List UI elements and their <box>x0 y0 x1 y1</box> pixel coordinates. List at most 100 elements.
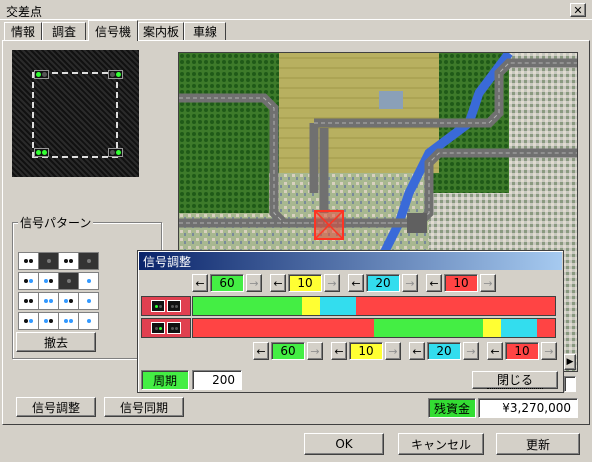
timeline-row-2[interactable] <box>192 318 556 338</box>
decrease-button[interactable]: ← <box>331 342 347 360</box>
decrease-button[interactable]: ← <box>253 342 269 360</box>
signal-se-icon <box>108 148 123 157</box>
phase-value-cyan[interactable]: 20 <box>366 274 400 292</box>
arrow-left-icon: ← <box>490 344 500 358</box>
pattern-cell[interactable] <box>58 272 79 290</box>
pattern-cell[interactable] <box>38 252 59 270</box>
top-phase-controls: ← 60 → ← 10 → ← 20 → ← 10 → <box>192 274 562 294</box>
phase-value-cyan[interactable]: 20 <box>427 342 461 360</box>
increase-button[interactable]: → <box>541 342 557 360</box>
phase-value-red[interactable]: 10 <box>505 342 539 360</box>
signal-adjust-label: 信号調整 <box>31 400 80 415</box>
tab-label: 案内板 <box>142 25 179 39</box>
decrease-button[interactable]: ← <box>409 342 425 360</box>
ok-button[interactable]: OK <box>304 433 384 455</box>
timeline-segment-yellow <box>301 297 320 315</box>
pattern-cell[interactable] <box>18 252 39 270</box>
signal-sync-label: 信号同期 <box>119 400 168 415</box>
phase-value-red[interactable]: 10 <box>444 274 478 292</box>
signal-adjust-button[interactable]: 信号調整 <box>16 397 96 417</box>
remove-label: 撤去 <box>43 335 68 350</box>
signal-lamp-icon <box>167 300 181 312</box>
tab-signboard[interactable]: 案内板 <box>138 22 184 40</box>
cancel-label: キャンセル <box>410 437 471 452</box>
arrow-left-icon: ← <box>351 276 361 290</box>
phase-value-yellow[interactable]: 10 <box>288 274 322 292</box>
phase-value-green[interactable]: 60 <box>271 342 305 360</box>
pattern-cell[interactable] <box>58 292 79 310</box>
arrow-right-icon: → <box>483 276 493 290</box>
dialog-title-bar: 信号調整 <box>139 252 562 270</box>
decrease-button[interactable]: ← <box>270 274 286 292</box>
pattern-cell[interactable] <box>78 292 99 310</box>
tab-survey[interactable]: 調査 <box>42 22 86 40</box>
decrease-button[interactable]: ← <box>487 342 503 360</box>
pattern-cell[interactable] <box>58 252 79 270</box>
cycle-value[interactable]: 200 <box>192 370 242 390</box>
pattern-cell[interactable] <box>78 272 99 290</box>
cancel-button[interactable]: キャンセル <box>398 433 484 455</box>
arrow-right-icon: → <box>388 344 398 358</box>
increase-button[interactable]: → <box>385 342 401 360</box>
pattern-cell[interactable] <box>18 292 39 310</box>
window-title: 交差点 <box>6 5 43 19</box>
pattern-cell[interactable] <box>38 312 59 330</box>
increase-button[interactable]: → <box>246 274 262 292</box>
bottom-phase-controls: ← 60 → ← 10 → ← 20 → ← 10 → <box>253 342 565 362</box>
tab-info[interactable]: 情報 <box>4 22 42 40</box>
signal-lamp-icon <box>151 322 165 334</box>
tab-signal[interactable]: 信号機 <box>88 20 138 41</box>
increase-button[interactable]: → <box>307 342 323 360</box>
balance-label: 残資金 <box>428 398 476 418</box>
signal-sync-button[interactable]: 信号同期 <box>104 397 184 417</box>
decrease-button[interactable]: ← <box>348 274 364 292</box>
pattern-cell[interactable] <box>78 252 99 270</box>
timeline-row-1[interactable] <box>192 296 556 316</box>
tab-lanes[interactable]: 車線 <box>184 22 226 40</box>
signal-group-1-icon <box>141 296 191 316</box>
increase-button[interactable]: → <box>402 274 418 292</box>
signal-adjust-dialog: 信号調整 ← 60 → ← 10 → ← 20 → ← 10 → ← 60 → … <box>137 250 564 393</box>
arrow-right-icon: → <box>466 344 476 358</box>
triangle-right-icon: ▶ <box>566 357 574 367</box>
arrow-right-icon: → <box>249 276 259 290</box>
phase-value-green[interactable]: 60 <box>210 274 244 292</box>
signal-group-2-icon <box>141 318 191 338</box>
title-bar: 交差点 ✕ <box>0 0 592 20</box>
tab-label: 調査 <box>51 25 76 39</box>
tab-label: 信号機 <box>94 24 131 39</box>
close-icon: ✕ <box>573 3 583 17</box>
pattern-cell[interactable] <box>58 312 79 330</box>
timeline-segment-cyan <box>319 297 356 315</box>
increase-button[interactable]: → <box>463 342 479 360</box>
timeline-segment-green <box>193 297 302 315</box>
decrease-button[interactable]: ← <box>426 274 442 292</box>
ok-label: OK <box>335 437 353 451</box>
pattern-cell[interactable] <box>38 292 59 310</box>
pattern-cell[interactable] <box>18 272 39 290</box>
close-button[interactable]: ✕ <box>570 3 586 17</box>
timeline-segment-red <box>536 319 555 337</box>
balance-value: ¥3,270,000 <box>478 398 578 418</box>
decrease-button[interactable]: ← <box>192 274 208 292</box>
map-scroll-right[interactable]: ▶ <box>564 354 576 370</box>
signal-pattern-grid[interactable] <box>18 252 99 332</box>
tab-label: 情報 <box>10 25 35 39</box>
intersection-outline <box>32 72 118 158</box>
remove-button[interactable]: 撤去 <box>16 332 96 352</box>
arrow-left-icon: ← <box>195 276 205 290</box>
phase-value-yellow[interactable]: 10 <box>349 342 383 360</box>
signal-sw-icon <box>34 148 49 157</box>
pattern-cell[interactable] <box>78 312 99 330</box>
close-dialog-button[interactable]: 閉じる <box>472 371 558 389</box>
pattern-cell[interactable] <box>38 272 59 290</box>
signal-nw-icon <box>34 70 49 79</box>
increase-button[interactable]: → <box>480 274 496 292</box>
increase-button[interactable]: → <box>324 274 340 292</box>
arrow-left-icon: ← <box>429 276 439 290</box>
cycle-label: 周期 <box>141 370 189 390</box>
partial-field <box>564 376 576 392</box>
timeline-segment-yellow <box>482 319 501 337</box>
update-button[interactable]: 更新 <box>496 433 580 455</box>
pattern-cell[interactable] <box>18 312 39 330</box>
